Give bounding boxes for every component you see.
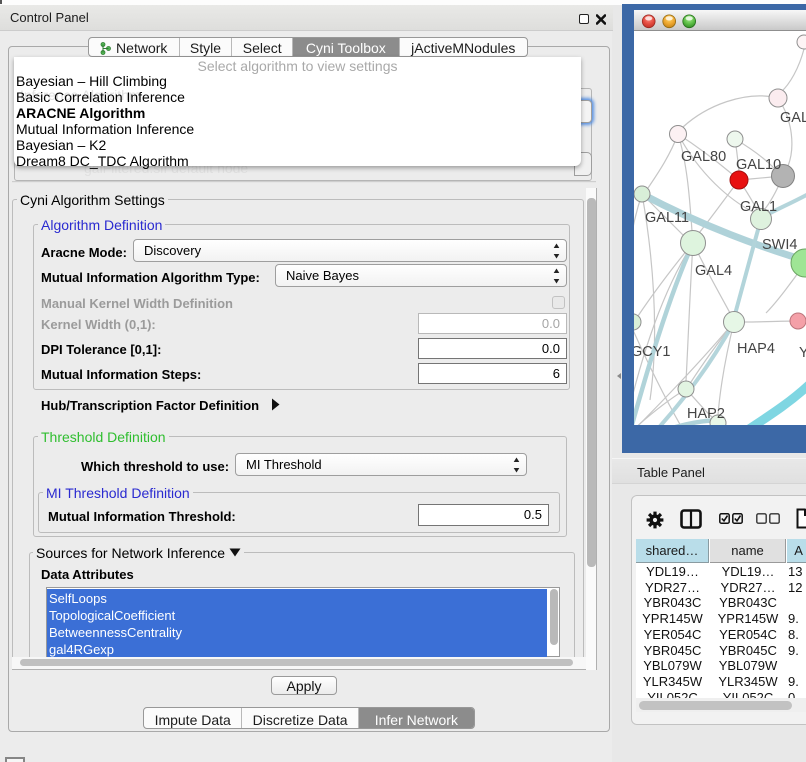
svg-text:GCY1: GCY1 (634, 344, 671, 360)
svg-text:SWI4: SWI4 (762, 237, 797, 253)
svg-text:GAL80: GAL80 (681, 149, 726, 165)
svg-text:GAL7: GAL7 (780, 110, 806, 126)
svg-text:GAL4: GAL4 (695, 263, 732, 279)
svg-text:HAP4: HAP4 (737, 341, 775, 357)
svg-text:GAL1: GAL1 (740, 199, 777, 215)
svg-text:GAL10: GAL10 (736, 157, 781, 173)
svg-text:HAP2: HAP2 (687, 406, 725, 422)
svg-text:Y: Y (799, 345, 806, 361)
svg-text:GAL11: GAL11 (645, 210, 689, 226)
